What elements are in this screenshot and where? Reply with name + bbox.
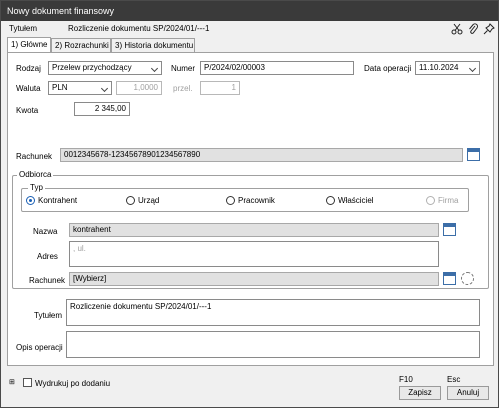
pin-icon[interactable] xyxy=(483,23,495,35)
radio-wlasciciel-dot xyxy=(326,196,335,206)
radio-firma-dot xyxy=(426,196,435,206)
kwota-label: Kwota xyxy=(16,106,39,115)
radio-wlasciciel-label: Właściciel xyxy=(338,196,374,205)
nazwa-select-icon[interactable] xyxy=(443,223,456,236)
save-button[interactable]: Zapisz xyxy=(399,386,441,400)
radio-kontrahent[interactable]: Kontrahent xyxy=(26,196,77,208)
opis-textarea[interactable] xyxy=(66,331,480,358)
dialog-window: Nowy dokument finansowy Tytułem Rozlicze… xyxy=(0,0,499,408)
opis-label: Opis operacji xyxy=(16,343,63,352)
header-bar: Tytułem Rozliczenie dokumentu SP/2024/01… xyxy=(1,21,498,38)
odbiorca-legend: Odbiorca xyxy=(17,170,54,179)
tab-rozrachunki[interactable]: 2) Rozrachunki xyxy=(51,38,111,52)
radio-pracownik[interactable]: Pracownik xyxy=(226,196,275,208)
main-panel: Rodzaj Przelew przychodzący Numer P/2024… xyxy=(7,52,494,366)
odbiorca-rachunek-select-icon[interactable] xyxy=(443,272,456,285)
radio-urzad-label: Urząd xyxy=(138,196,160,205)
radio-kontrahent-label: Kontrahent xyxy=(38,196,78,205)
radio-firma-label: Firma xyxy=(438,196,459,205)
tytulem-label: Tytułem xyxy=(34,311,63,320)
radio-urzad-dot xyxy=(126,196,135,206)
numer-input[interactable]: P/2024/02/00003 xyxy=(200,61,354,75)
odbiorca-rachunek-input[interactable]: [Wybierz] xyxy=(69,272,439,286)
rachunek-label: Rachunek xyxy=(16,152,53,161)
radio-kontrahent-dot xyxy=(26,196,35,206)
radio-pracownik-dot xyxy=(226,196,235,206)
kwota-input[interactable]: 2 345,00 xyxy=(74,102,130,116)
przel-input[interactable]: 1 xyxy=(200,81,240,95)
print-label: Wydrukuj po dodaniu xyxy=(35,379,111,388)
pin-footer-icon[interactable]: ⊞ xyxy=(9,378,15,386)
data-operacji-select[interactable]: 11.10.2024 xyxy=(415,61,480,75)
tab-historia[interactable]: 3) Historia dokumentu xyxy=(111,38,195,52)
print-checkbox[interactable] xyxy=(23,378,32,387)
kurs-input[interactable]: 1,0000 xyxy=(116,81,162,95)
cancel-shortcut: Esc xyxy=(447,375,461,384)
tytulem-textarea[interactable]: Rozliczenie dokumentu SP/2024/01/---1 xyxy=(66,299,480,326)
title-bar[interactable]: Nowy dokument finansowy xyxy=(1,1,498,21)
cancel-button[interactable]: Anuluj xyxy=(447,386,489,400)
radio-firma: Firma xyxy=(426,196,458,208)
rodzaj-label: Rodzaj xyxy=(16,64,41,73)
adres-field[interactable]: , ul. xyxy=(69,241,439,267)
przel-label: przel. xyxy=(173,84,193,93)
header-tytulem-value: Rozliczenie dokumentu SP/2024/01/---1 xyxy=(68,24,210,33)
radio-pracownik-label: Pracownik xyxy=(238,196,275,205)
typ-group: Typ Kontrahent Urząd Pracownik Właścicie… xyxy=(21,183,469,212)
tab-glowne[interactable]: 1) Główne xyxy=(7,37,51,52)
radio-wlasciciel[interactable]: Właściciel xyxy=(326,196,374,208)
header-tytulem-label: Tytułem xyxy=(9,24,38,33)
rachunek-input[interactable]: 0012345678-12345678901234567890 xyxy=(60,148,463,162)
nazwa-label: Nazwa xyxy=(33,227,58,236)
save-shortcut: F10 xyxy=(399,375,413,384)
rodzaj-select[interactable]: Przelew przychodzący xyxy=(48,61,162,75)
window-title: Nowy dokument finansowy xyxy=(7,6,115,16)
waluta-select[interactable]: PLN xyxy=(48,81,112,95)
odbiorca-rachunek-label: Rachunek xyxy=(29,276,66,285)
waluta-label: Waluta xyxy=(16,84,41,93)
paperclip-icon[interactable] xyxy=(467,23,479,35)
typ-legend: Typ xyxy=(28,183,45,192)
radio-urzad[interactable]: Urząd xyxy=(126,196,159,208)
numer-label: Numer xyxy=(171,64,196,73)
adres-label: Adres xyxy=(37,252,58,261)
data-operacji-label: Data operacji xyxy=(364,64,412,73)
scissors-icon[interactable] xyxy=(451,23,463,35)
clear-icon[interactable] xyxy=(461,272,474,285)
nazwa-input[interactable]: kontrahent xyxy=(69,223,439,237)
rachunek-select-icon[interactable] xyxy=(467,148,480,161)
odbiorca-group: Odbiorca Typ Kontrahent Urząd Pracownik … xyxy=(12,170,489,289)
